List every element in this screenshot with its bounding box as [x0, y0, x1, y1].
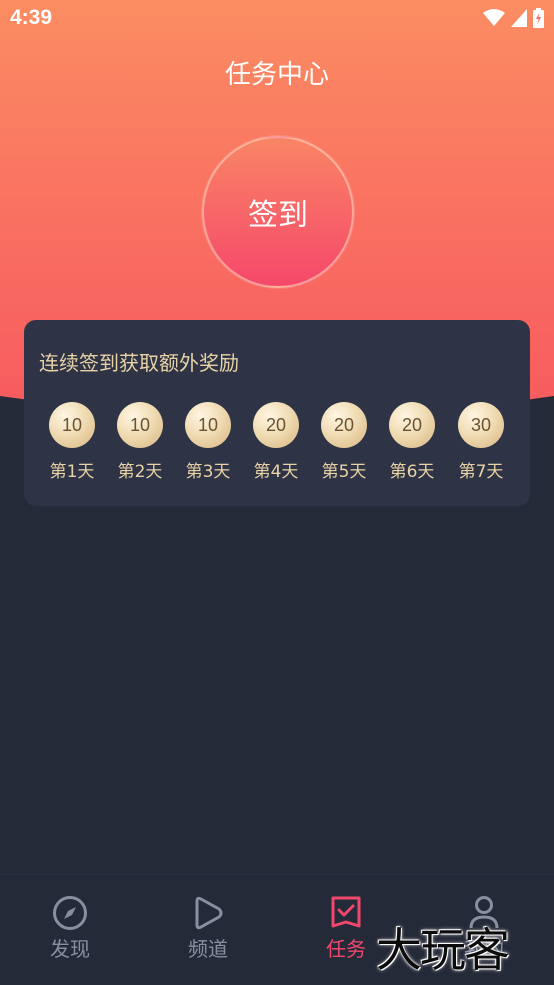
day-reward-2: 10 第2天 — [106, 402, 174, 482]
battery-icon — [533, 8, 544, 28]
day-reward-7: 30 第7天 — [447, 402, 515, 482]
status-time: 4:39 — [10, 6, 53, 29]
day-label: 第1天 — [49, 462, 95, 482]
checkin-button[interactable]: 签到 — [202, 136, 354, 288]
watermark-logo: 大玩客 — [376, 923, 510, 977]
tab-label: 频道 — [188, 937, 228, 961]
signal-icon — [511, 9, 527, 27]
tab-discover[interactable]: 发现 — [20, 895, 120, 962]
streak-reward-card: 连续签到获取额外奖励 10 第1天 10 第2天 10 第3天 20 第4天 2… — [24, 320, 530, 506]
coin-icon: 30 — [458, 402, 504, 448]
coin-icon: 10 — [185, 402, 231, 448]
checkin-button-label: 签到 — [248, 198, 308, 233]
day-reward-1: 10 第1天 — [38, 402, 106, 482]
day-reward-5: 20 第5天 — [310, 402, 378, 482]
tab-label: 发现 — [50, 937, 90, 961]
tab-channels[interactable]: 频道 — [158, 895, 258, 962]
compass-icon — [53, 896, 87, 930]
status-icons — [483, 8, 544, 28]
coin-icon: 20 — [389, 402, 435, 448]
day-label: 第5天 — [321, 462, 367, 482]
day-reward-4: 20 第4天 — [242, 402, 310, 482]
wifi-icon — [483, 9, 505, 26]
coin-icon: 20 — [321, 402, 367, 448]
day-label: 第4天 — [253, 462, 299, 482]
coin-icon: 10 — [49, 402, 95, 448]
day-label: 第6天 — [389, 462, 435, 482]
day-label: 第7天 — [458, 462, 504, 482]
page-title: 任务中心 — [224, 60, 329, 90]
day-reward-3: 10 第3天 — [174, 402, 242, 482]
day-label: 第2天 — [117, 462, 163, 482]
play-icon — [195, 896, 223, 930]
day-label: 第3天 — [185, 462, 231, 482]
coin-icon: 10 — [117, 402, 163, 448]
task-check-icon — [331, 896, 361, 928]
reward-title: 连续签到获取额外奖励 — [39, 351, 239, 375]
status-bar: 4:39 — [0, 0, 554, 38]
day-reward-6: 20 第6天 — [378, 402, 446, 482]
coin-icon: 20 — [253, 402, 299, 448]
